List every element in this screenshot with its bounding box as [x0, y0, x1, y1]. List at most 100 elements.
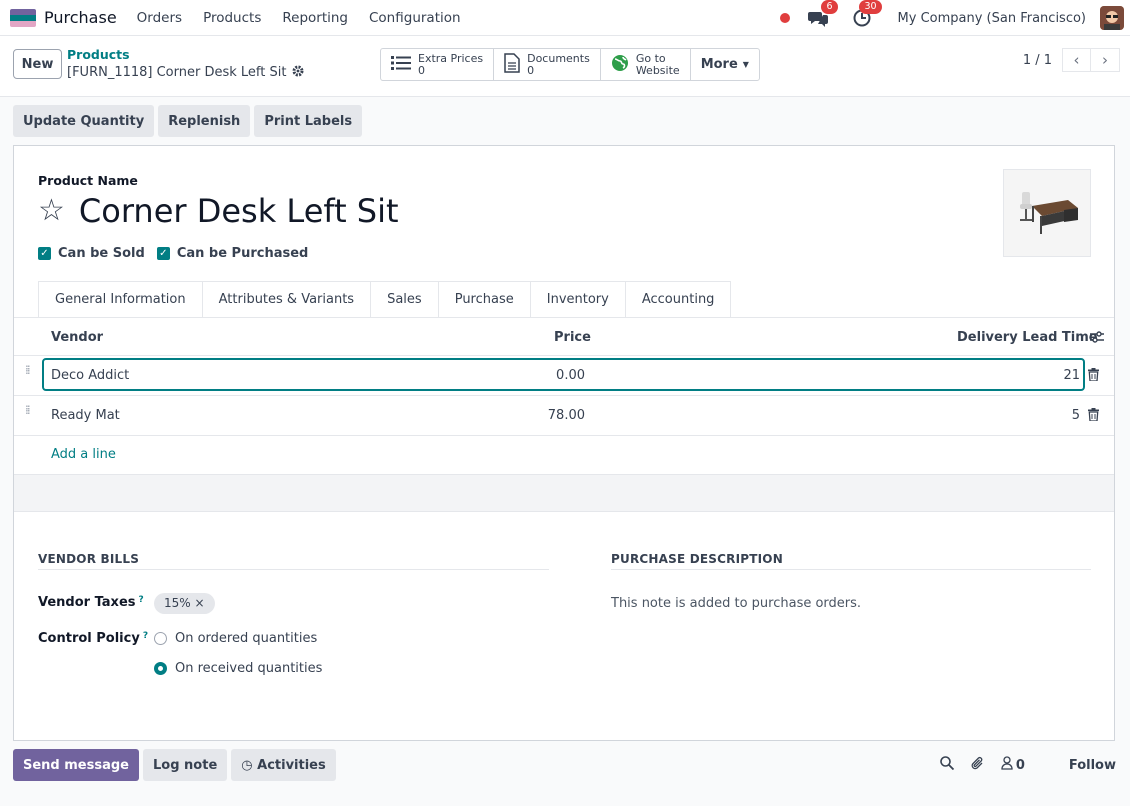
menu-products[interactable]: Products	[203, 10, 261, 26]
control-panel: New Products [FURN_1118] Corner Desk Lef…	[0, 36, 1130, 97]
tab-purchase[interactable]: Purchase	[437, 281, 530, 318]
check-icon: ✓	[156, 247, 170, 260]
vendors-table-header: Vendor Price Delivery Lead Time	[14, 318, 1114, 356]
tab-accounting[interactable]: Accounting	[624, 281, 732, 318]
log-note-button[interactable]: Log note	[143, 749, 228, 781]
extra-prices-button[interactable]: Extra Prices 0	[381, 49, 495, 80]
lead-time-cell[interactable]: 5	[1072, 408, 1080, 423]
website-line1: Go to	[635, 51, 666, 65]
status-dot[interactable]	[779, 13, 790, 23]
vendor-cell[interactable]: Ready Mat	[51, 408, 120, 423]
col-price[interactable]: Price	[554, 330, 591, 345]
tab-general-information[interactable]: General Information	[38, 281, 202, 318]
purchase-description-title: PURCHASE DESCRIPTION	[611, 552, 783, 566]
optional-columns-icon[interactable]	[1090, 331, 1104, 347]
search-icon[interactable]	[940, 756, 954, 774]
extra-prices-label: Extra Prices	[418, 51, 484, 65]
table-row[interactable]: ⁞⁞ Ready Mat 78.00 5	[14, 396, 1114, 436]
follow-button[interactable]: Follow	[1069, 758, 1116, 773]
activities-button[interactable]: ◷ Activities	[231, 749, 336, 781]
app-menu-icon[interactable]	[10, 8, 36, 27]
breadcrumb-current-label: [FURN_1118] Corner Desk Left Sit	[67, 65, 287, 80]
activities-badge: 30	[859, 0, 882, 14]
breadcrumb-products[interactable]: Products	[67, 47, 130, 62]
notebook-tabs: General Information Attributes & Variant…	[38, 281, 732, 318]
can-be-sold-label: Can be Sold	[58, 246, 145, 261]
vendor-taxes-label: Vendor Taxes?	[38, 595, 144, 610]
documents-button[interactable]: Documents 0	[494, 49, 601, 80]
drag-handle-icon[interactable]: ⁞⁞	[25, 404, 30, 416]
radio-button-selected[interactable]	[154, 662, 167, 675]
drag-handle-icon[interactable]: ⁞⁞	[25, 364, 30, 376]
menu-orders[interactable]: Orders	[137, 10, 182, 26]
more-label: More	[700, 57, 738, 72]
trash-icon[interactable]	[1088, 408, 1099, 425]
tab-inventory[interactable]: Inventory	[529, 281, 625, 318]
vendor-bills-title: VENDOR BILLS	[38, 552, 140, 566]
title-row: ☆ Corner Desk Left Sit	[38, 192, 399, 230]
top-navbar: Purchase Orders Products Reporting Confi…	[0, 0, 1130, 36]
user-avatar[interactable]	[1100, 6, 1124, 30]
new-button[interactable]: New	[13, 49, 62, 79]
activities-clock-icon[interactable]: 30	[850, 0, 882, 30]
company-switcher[interactable]: My Company (San Francisco)	[898, 11, 1086, 26]
pager: 1 / 1 ‹ ›	[1023, 48, 1120, 72]
messages-icon[interactable]: 6	[806, 0, 838, 30]
list-icon	[391, 55, 411, 75]
extra-prices-count: 0	[418, 63, 425, 77]
radio-ordered-quantities[interactable]: On ordered quantities	[154, 631, 317, 646]
col-vendor[interactable]: Vendor	[51, 330, 103, 345]
vendor-cell[interactable]: Deco Addict	[51, 368, 129, 383]
menu-reporting[interactable]: Reporting	[282, 10, 348, 26]
help-tooltip-icon[interactable]: ?	[139, 595, 144, 605]
help-tooltip-icon[interactable]: ?	[143, 631, 148, 641]
can-be-purchased-label: Can be Purchased	[176, 246, 309, 261]
send-message-button[interactable]: Send message	[13, 749, 139, 781]
caret-down-icon: ▼	[742, 60, 749, 69]
trash-icon[interactable]	[1088, 368, 1099, 385]
product-name-field[interactable]: Corner Desk Left Sit	[79, 192, 399, 230]
can-be-purchased-checkbox[interactable]: ✓ Can be Purchased	[156, 246, 309, 261]
product-image[interactable]	[1003, 169, 1091, 257]
followers-count: 0	[1015, 757, 1025, 773]
radio-button[interactable]	[154, 632, 167, 645]
chevron-left-icon[interactable]: ‹	[1062, 48, 1091, 72]
table-row[interactable]: ⁞⁞ Deco Addict 0.00 21	[14, 356, 1114, 396]
purchase-description-field[interactable]: This note is added to purchase orders.	[611, 596, 861, 611]
tab-attributes-variants[interactable]: Attributes & Variants	[201, 281, 371, 318]
messages-badge: 6	[821, 0, 838, 14]
col-delivery-lead-time[interactable]: Delivery Lead Time	[957, 330, 1098, 345]
replenish-button[interactable]: Replenish	[158, 105, 251, 137]
lead-time-cell[interactable]: 21	[1063, 368, 1080, 383]
action-buttons: Update Quantity Replenish Print Labels	[13, 105, 363, 137]
go-to-website-button[interactable]: Go to Website	[601, 49, 691, 80]
documents-count: 0	[527, 63, 535, 77]
chevron-right-icon[interactable]: ›	[1091, 48, 1120, 72]
update-quantity-button[interactable]: Update Quantity	[13, 105, 155, 137]
followers-button[interactable]: 0	[1001, 756, 1025, 774]
check-icon: ✓	[38, 247, 51, 260]
print-labels-button[interactable]: Print Labels	[254, 105, 363, 137]
gear-icon[interactable]	[292, 65, 304, 80]
paperclip-icon[interactable]	[970, 756, 985, 775]
vendor-bills-divider	[38, 569, 549, 570]
menu-configuration[interactable]: Configuration	[369, 10, 461, 26]
pager-value[interactable]: 1 / 1	[1023, 53, 1052, 68]
website-line2: Website	[635, 63, 680, 77]
vendor-taxes-label-text: Vendor Taxes	[38, 595, 136, 610]
tab-sales[interactable]: Sales	[370, 281, 438, 318]
breadcrumb-current: [FURN_1118] Corner Desk Left Sit	[67, 65, 304, 80]
documents-label: Documents	[527, 51, 590, 65]
add-a-line-link[interactable]: Add a line	[51, 447, 116, 462]
tax-tag[interactable]: 15% ×	[154, 593, 215, 614]
can-be-sold-checkbox[interactable]: ✓ Can be Sold	[38, 246, 145, 261]
more-dropdown[interactable]: More ▼	[691, 49, 759, 80]
app-name[interactable]: Purchase	[44, 8, 117, 27]
price-cell[interactable]: 78.00	[548, 408, 585, 423]
radio-received-quantities[interactable]: On received quantities	[154, 661, 322, 676]
document-icon	[504, 52, 520, 77]
radio-label: On received quantities	[175, 661, 323, 676]
star-icon[interactable]: ☆	[38, 196, 65, 226]
control-policy-label-text: Control Policy	[38, 631, 140, 646]
price-cell[interactable]: 0.00	[556, 368, 585, 383]
